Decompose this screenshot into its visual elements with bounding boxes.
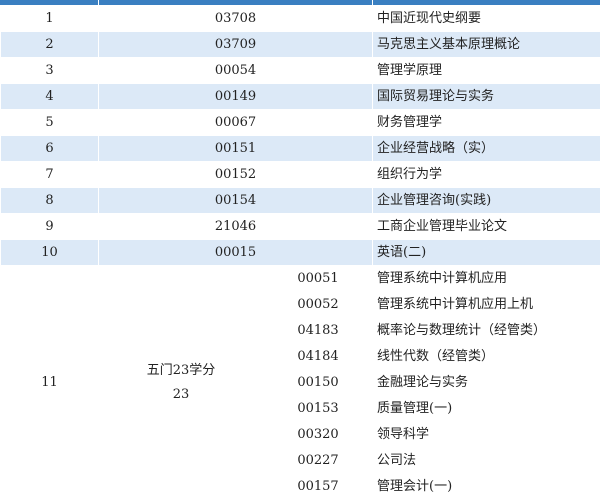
course-code: 00149: [99, 84, 373, 110]
table-row: 1 03708 中国近现代史纲要: [1, 6, 600, 32]
elective-course-code: 00153: [264, 396, 373, 422]
course-name: 企业管理咨询(实践): [373, 188, 600, 214]
table-row: 6 00151 企业经营战略（实）: [1, 136, 600, 162]
elective-course-code: 00052: [264, 292, 373, 318]
table-row: 10 00015 英语(二): [1, 240, 600, 266]
elective-course-code: 00157: [264, 474, 373, 500]
table-row: 2 03709 马克思主义基本原理概论: [1, 32, 600, 58]
table-row: 7 00152 组织行为学: [1, 162, 600, 188]
row-seq: 7: [1, 162, 99, 188]
row-seq: 5: [1, 110, 99, 136]
course-name: 工商企业管理毕业论文: [373, 214, 600, 240]
row-seq: 4: [1, 84, 99, 110]
course-code: 00154: [99, 188, 373, 214]
course-name: 企业经营战略（实）: [373, 136, 600, 162]
course-code: 00151: [99, 136, 373, 162]
course-code: 00015: [99, 240, 373, 266]
row-seq: 1: [1, 6, 99, 32]
row-seq: 11: [1, 266, 99, 500]
elective-group-label: 五门23学分 23: [99, 266, 264, 500]
course-name: 英语(二): [373, 240, 600, 266]
elective-course-code: 00150: [264, 370, 373, 396]
course-name: 中国近现代史纲要: [373, 6, 600, 32]
row-seq: 3: [1, 58, 99, 84]
elective-course-name: 领导科学: [373, 422, 600, 448]
elective-row: 11 五门23学分 23 00051 管理系统中计算机应用: [1, 266, 600, 292]
row-seq: 9: [1, 214, 99, 240]
table-row: 8 00154 企业管理咨询(实践): [1, 188, 600, 214]
elective-course-name: 金融理论与实务: [373, 370, 600, 396]
row-seq: 6: [1, 136, 99, 162]
elective-credit-requirement: 五门23学分: [103, 359, 259, 383]
elective-course-code: 04184: [264, 344, 373, 370]
course-code: 00067: [99, 110, 373, 136]
course-table: 1 03708 中国近现代史纲要 2 03709 马克思主义基本原理概论 3 0…: [0, 5, 600, 500]
course-code: 00152: [99, 162, 373, 188]
course-name: 组织行为学: [373, 162, 600, 188]
course-name: 管理学原理: [373, 58, 600, 84]
elective-course-code: 04183: [264, 318, 373, 344]
course-table-body: 1 03708 中国近现代史纲要 2 03709 马克思主义基本原理概论 3 0…: [1, 6, 600, 500]
row-seq: 10: [1, 240, 99, 266]
row-seq: 8: [1, 188, 99, 214]
elective-course-name: 管理系统中计算机应用: [373, 266, 600, 292]
elective-course-code: 00051: [264, 266, 373, 292]
elective-course-code: 00227: [264, 448, 373, 474]
course-name: 马克思主义基本原理概论: [373, 32, 600, 58]
row-seq: 2: [1, 32, 99, 58]
course-code: 03709: [99, 32, 373, 58]
elective-course-name: 质量管理(一): [373, 396, 600, 422]
course-code: 03708: [99, 6, 373, 32]
course-name: 财务管理学: [373, 110, 600, 136]
table-row: 3 00054 管理学原理: [1, 58, 600, 84]
elective-course-name: 管理会计(一): [373, 474, 600, 500]
elective-course-name: 概率论与数理统计（经管类）: [373, 318, 600, 344]
course-name: 国际贸易理论与实务: [373, 84, 600, 110]
elective-course-name: 管理系统中计算机应用上机: [373, 292, 600, 318]
elective-course-name: 公司法: [373, 448, 600, 474]
table-row: 5 00067 财务管理学: [1, 110, 600, 136]
course-code: 21046: [99, 214, 373, 240]
elective-course-code: 00320: [264, 422, 373, 448]
course-code: 00054: [99, 58, 373, 84]
table-row: 9 21046 工商企业管理毕业论文: [1, 214, 600, 240]
elective-credit-total: 23: [103, 383, 259, 407]
elective-course-name: 线性代数（经管类）: [373, 344, 600, 370]
table-row: 4 00149 国际贸易理论与实务: [1, 84, 600, 110]
